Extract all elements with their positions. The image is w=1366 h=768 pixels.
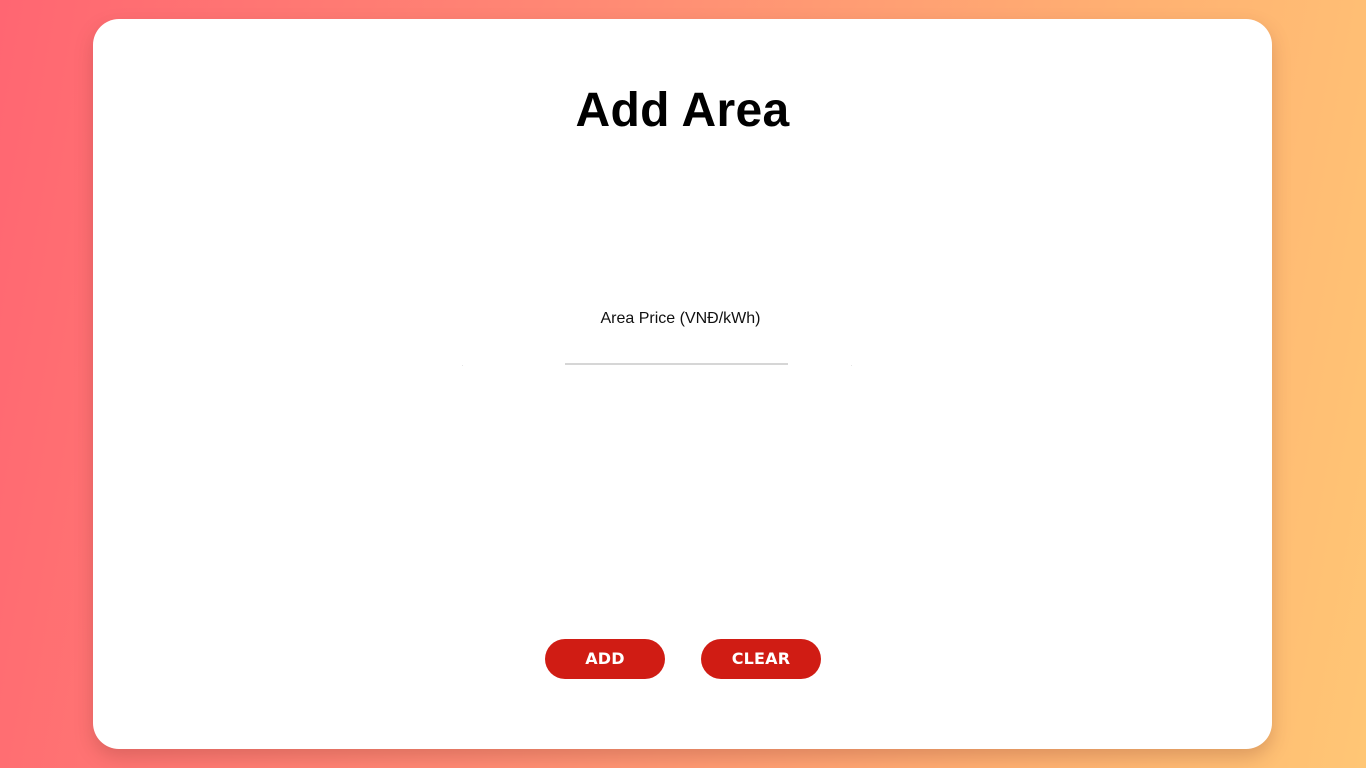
area-price-input[interactable] bbox=[565, 339, 788, 365]
clear-button[interactable]: CLEAR bbox=[701, 639, 821, 679]
add-area-card: Add Area Area Price (VNĐ/kWh) ADD CLEAR bbox=[93, 19, 1272, 749]
decorative-dot bbox=[462, 365, 463, 366]
area-price-label: Area Price (VNĐ/kWh) bbox=[600, 310, 761, 327]
page-title: Add Area bbox=[575, 84, 790, 137]
decorative-dot bbox=[851, 365, 852, 366]
add-button[interactable]: ADD bbox=[545, 639, 665, 679]
